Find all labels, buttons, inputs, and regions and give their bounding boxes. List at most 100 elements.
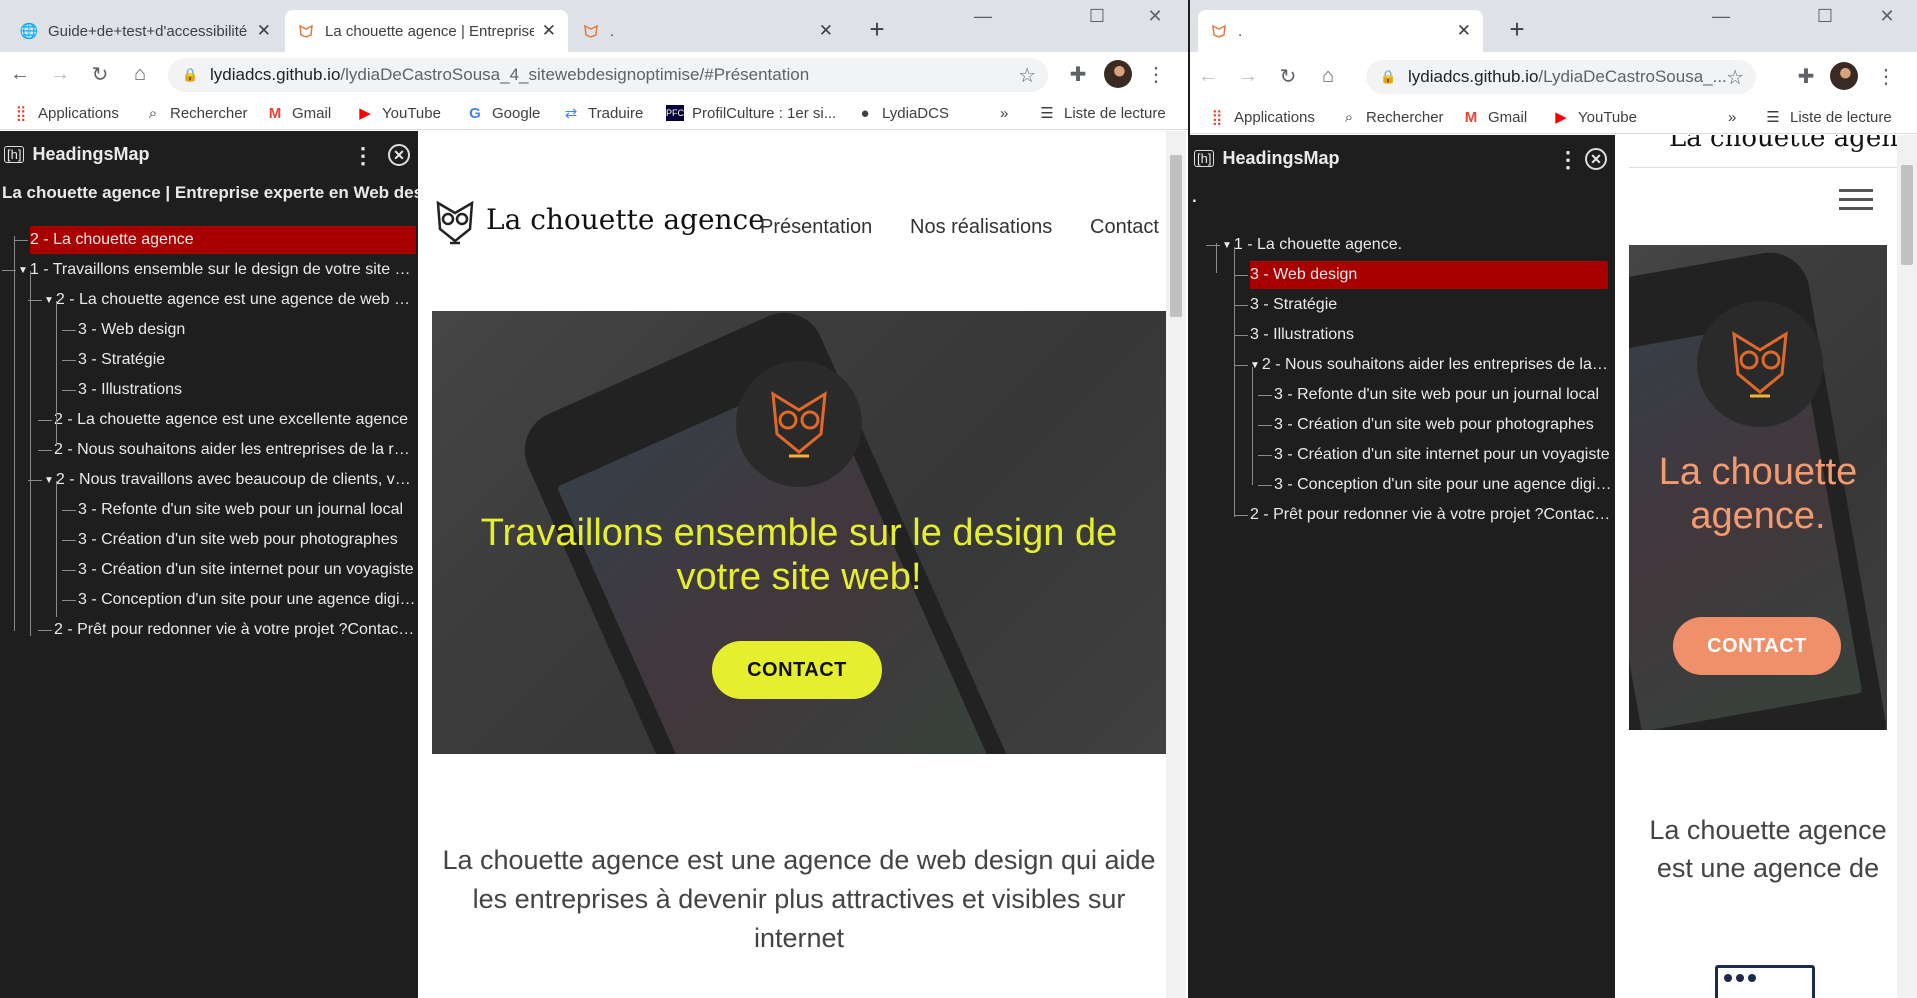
nav-contact[interactable]: Contact (1090, 216, 1159, 239)
bookmark-profilculture[interactable]: PFC ProfilCulture : 1er si... (666, 96, 836, 130)
tab-accessibility-guide[interactable]: 🌐 Guide+de+test+d'accessibilité ✕ (8, 10, 283, 52)
forward-icon[interactable]: → (44, 52, 76, 96)
apps-grid-icon: ⣿ (1211, 109, 1223, 126)
expand-triangle-icon[interactable]: ▼ (44, 475, 54, 486)
bookmarks-overflow[interactable]: » (1000, 96, 1008, 130)
document-title[interactable]: . (1190, 181, 1615, 213)
menu-icon[interactable]: ⋮ (1870, 54, 1902, 98)
heading-item[interactable]: 3 - Création d'un site web pour photogra… (1274, 411, 1612, 439)
lock-icon: 🔒 (1380, 69, 1397, 84)
home-icon[interactable]: ⌂ (1312, 54, 1344, 98)
intro-text: La chouette agence est une agence de web… (442, 845, 1156, 953)
maximize-button[interactable]: ☐ (1082, 6, 1112, 27)
menu-icon[interactable]: ⋮ (1140, 52, 1172, 96)
bookmark-applications[interactable]: ⣿ Applications (1208, 100, 1315, 134)
nav-realisations[interactable]: Nos réalisations (910, 216, 1052, 239)
minimize-button[interactable]: — (1706, 6, 1736, 27)
nav-presentation[interactable]: Présentation (760, 216, 872, 239)
forward-icon[interactable]: → (1232, 54, 1264, 98)
bookmarks-bar: ⣿ Applications ⌕ Rechercher M Gmail ▶ YouTub… (0, 96, 1188, 130)
reading-list-button[interactable]: ☰ Liste de lecture (1038, 96, 1165, 130)
back-icon[interactable]: ← (1192, 54, 1224, 98)
heading-item[interactable]: 3 - Création d'un site internet pour un … (1274, 441, 1612, 469)
extensions-icon[interactable]: ✚ (1790, 54, 1822, 98)
expand-triangle-icon[interactable]: ▼ (18, 265, 28, 276)
bookmark-google[interactable]: G Google (466, 96, 540, 130)
close-panel-icon[interactable]: ✕ (388, 144, 410, 166)
heading-item[interactable]: 3 - Stratégie (1250, 291, 1608, 319)
bookmark-applications[interactable]: ⣿ Applications (12, 96, 119, 130)
close-tab-icon[interactable]: ✕ (819, 21, 833, 41)
home-icon[interactable]: ⌂ (124, 52, 156, 96)
heading-item[interactable]: 2 - La chouette agence est une excellent… (54, 406, 416, 434)
brand-name[interactable]: La chouette agence (1669, 135, 1897, 153)
address-bar[interactable]: 🔒 lydiadcs.github.io/LydiaDeCastroSousa_… (1366, 60, 1756, 94)
heading-item[interactable]: 3 - Stratégie (78, 346, 416, 374)
extensions-icon[interactable]: ✚ (1062, 52, 1094, 96)
close-panel-icon[interactable]: ✕ (1585, 148, 1607, 170)
hero-contact-button[interactable]: CONTACT (712, 641, 882, 699)
heading-item[interactable]: 2 - Nous souhaitons aider les entreprise… (54, 436, 416, 464)
reading-list-button[interactable]: ☰ Liste de lecture (1764, 100, 1891, 134)
close-tab-icon[interactable]: ✕ (542, 21, 556, 41)
heading-item[interactable]: 2 - Prêt pour redonner vie à votre proje… (1250, 501, 1612, 529)
address-bar[interactable]: 🔒 lydiadcs.github.io/lydiaDeCastroSousa_… (168, 58, 1048, 92)
page-scrollbar[interactable] (1166, 131, 1186, 998)
close-tab-icon[interactable]: ✕ (1457, 21, 1471, 41)
brand-name[interactable]: La chouette agence (486, 203, 765, 236)
heading-item[interactable]: 3 - Création d'un site web pour photogra… (78, 526, 416, 554)
avatar[interactable] (1104, 60, 1132, 88)
bookmark-lydiadcs[interactable]: ● LydiaDCS (856, 96, 949, 130)
heading-item[interactable]: ▼ 2 - Nous travaillons avec beaucoup de c… (44, 466, 416, 494)
back-icon[interactable]: ← (4, 52, 36, 96)
window-close-button[interactable]: ✕ (1140, 6, 1170, 27)
reload-icon[interactable]: ↻ (1272, 54, 1304, 98)
heading-item[interactable]: ▼ 1 - Travaillons ensemble sur le design … (18, 256, 414, 284)
tab-dot[interactable]: . ✕ (1198, 10, 1483, 52)
bookmarks-overflow[interactable]: » (1728, 100, 1736, 134)
heading-item[interactable]: 3 - Conception d'un site pour une agence… (78, 586, 416, 614)
new-tab-button[interactable]: + (862, 14, 892, 45)
heading-item[interactable]: 3 - Web design (78, 316, 416, 344)
window-close-button[interactable]: ✕ (1872, 6, 1902, 27)
heading-item[interactable]: 2 - Prêt pour redonner vie à votre proje… (54, 616, 416, 644)
more-options-icon[interactable]: ⋮ (352, 143, 374, 169)
minimize-button[interactable]: — (968, 6, 998, 27)
maximize-button[interactable]: ☐ (1810, 6, 1840, 27)
heading-item[interactable]: ▼ 2 - La chouette agence est une agence d… (44, 286, 416, 314)
heading-item[interactable]: 2 - La chouette agence (30, 226, 416, 254)
heading-item[interactable]: ▼ 1 - La chouette agence. (1222, 231, 1612, 259)
bookmark-rechercher[interactable]: ⌕ Rechercher (144, 96, 248, 130)
heading-item[interactable]: 3 - Web design (1250, 261, 1608, 289)
close-tab-icon[interactable]: ✕ (257, 21, 271, 41)
bookmark-gmail[interactable]: M Gmail (1462, 100, 1527, 134)
tab-chouette-agence[interactable]: La chouette agence | Entreprise ✕ (285, 10, 568, 52)
heading-item[interactable]: 3 - Illustrations (78, 376, 416, 404)
heading-item[interactable]: 3 - Conception d'un site pour une agence… (1274, 471, 1612, 499)
owl-logo-icon[interactable] (434, 199, 476, 250)
bookmark-star-icon[interactable]: ☆ (1726, 65, 1744, 90)
page-scrollbar[interactable] (1897, 135, 1917, 998)
bookmark-youtube[interactable]: ▶ YouTube (1552, 100, 1637, 134)
expand-triangle-icon[interactable]: ▼ (44, 295, 54, 306)
bookmark-rechercher[interactable]: ⌕ Rechercher (1340, 100, 1444, 134)
tab-dot[interactable]: . ✕ (570, 10, 845, 52)
expand-triangle-icon[interactable]: ▼ (1222, 240, 1232, 251)
heading-item[interactable]: 3 - Refonte d'un site web pour un journa… (1274, 381, 1612, 409)
heading-item[interactable]: ▼ 2 - Nous souhaitons aider les entrepris… (1250, 351, 1612, 379)
bookmark-traduire[interactable]: ⇄ Traduire (562, 96, 644, 130)
bookmark-star-icon[interactable]: ☆ (1018, 63, 1036, 88)
more-options-icon[interactable]: ⋮ (1557, 147, 1579, 173)
document-title[interactable]: La chouette agence | Entreprise experte … (0, 177, 418, 209)
heading-item[interactable]: 3 - Création d'un site internet pour un … (78, 556, 416, 584)
bookmark-gmail[interactable]: M Gmail (266, 96, 331, 130)
avatar[interactable] (1830, 62, 1858, 90)
heading-item[interactable]: 3 - Illustrations (1250, 321, 1608, 349)
hamburger-menu-icon[interactable] (1839, 189, 1873, 210)
bookmark-youtube[interactable]: ▶ YouTube (356, 96, 441, 130)
new-tab-button[interactable]: + (1502, 14, 1532, 45)
reload-icon[interactable]: ↻ (84, 52, 116, 96)
hero-contact-button[interactable]: CONTACT (1673, 617, 1841, 675)
google-icon: G (469, 104, 481, 122)
heading-item[interactable]: 3 - Refonte d'un site web pour un journa… (78, 496, 416, 524)
